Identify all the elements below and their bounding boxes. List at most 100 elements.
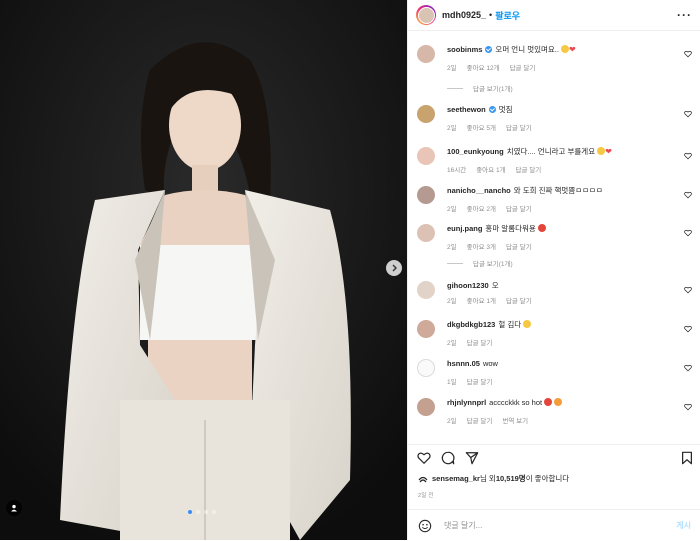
carousel-dot [204, 510, 208, 514]
commenter-avatar[interactable] [417, 398, 435, 416]
carousel-indicator [188, 510, 216, 514]
comment-time[interactable]: 16시간 [447, 164, 466, 174]
more-options-button[interactable]: ··· [677, 8, 692, 22]
comment-likes[interactable]: 좋아요 1개 [467, 295, 496, 305]
commenter-avatar[interactable] [417, 186, 435, 204]
like-comment-heart-icon[interactable] [684, 364, 692, 372]
reply-button[interactable]: 답글 달기 [510, 62, 536, 72]
comment-likes[interactable]: 좋아요 2개 [467, 203, 496, 213]
commenter-avatar[interactable] [417, 105, 435, 123]
liker-username[interactable]: sensemag_kr [432, 474, 480, 483]
commenter-avatar[interactable] [417, 320, 435, 338]
reply-button[interactable]: 답글 달기 [506, 203, 532, 213]
comments-list[interactable]: soobinms 오머 언니 멋있며요.. ❤ 2일 좋아요 12개 답글 달기 답… [408, 31, 700, 436]
likes-count[interactable]: 10,519명 [496, 473, 526, 484]
comment-text: 와 도희 진짜 핵멋쁨ㅁㅁㅁㅁ [513, 186, 603, 195]
post-photo[interactable] [0, 0, 407, 540]
comment-username[interactable]: soobinms [447, 45, 482, 54]
comment-time[interactable]: 2일 [447, 337, 457, 347]
comment-time[interactable]: 2일 [447, 415, 457, 425]
commenter-avatar[interactable] [417, 147, 435, 165]
comment-username[interactable]: nanicho__nancho [447, 186, 511, 195]
emoji-picker-icon[interactable] [418, 519, 432, 533]
comment-time[interactable]: 2일 [447, 203, 457, 213]
comment-time[interactable]: 2일 [447, 241, 457, 251]
emoji-icon [537, 224, 546, 232]
likes-mid: 님 외 [479, 474, 496, 483]
chevron-right-icon [392, 264, 397, 272]
post-comment-button[interactable]: 게시 [676, 520, 691, 531]
comment-username[interactable]: gihoon1230 [447, 281, 489, 290]
commenter-avatar[interactable] [417, 45, 435, 63]
comment-meta: 2일 좋아요 12개 답글 달기 [447, 62, 535, 72]
like-comment-heart-icon[interactable] [684, 50, 692, 58]
like-comment-heart-icon[interactable] [684, 325, 692, 333]
comment-text: 홍마 알롬다워용 [485, 224, 536, 233]
comment-time[interactable]: 2일 [447, 295, 457, 305]
comment-likes[interactable]: 좋아요 12개 [467, 62, 500, 72]
translate-button[interactable]: 번역 보기 [502, 415, 528, 425]
comment-time[interactable]: 1일 [447, 376, 457, 386]
likes-summary[interactable]: sensemag_kr 님 외 10,519명 이 좋아합니다 [418, 473, 569, 484]
post-header: mdh0925_ • 팔로우 ··· [408, 0, 700, 31]
comment-username[interactable]: rhjnlynnprl [447, 398, 486, 407]
like-comment-heart-icon[interactable] [684, 229, 692, 237]
like-heart-icon[interactable] [417, 451, 431, 465]
comment-username[interactable]: 100_eunkyoung [447, 147, 504, 156]
comment-likes[interactable]: 좋아요 3개 [467, 241, 496, 251]
post-date[interactable]: 2일 전 [418, 491, 434, 499]
post-side-panel: mdh0925_ • 팔로우 ··· soobinms 오머 언니 멋있며요.. ❤… [407, 0, 700, 540]
post-view: mdh0925_ • 팔로우 ··· soobinms 오머 언니 멋있며요.. ❤… [0, 0, 700, 540]
comment-input[interactable] [442, 520, 646, 531]
follow-button[interactable]: 팔로우 [495, 9, 520, 22]
share-paper-plane-icon[interactable] [465, 451, 479, 465]
reply-button[interactable]: 답글 달기 [467, 337, 493, 347]
add-comment-bar: 게시 [408, 509, 700, 541]
like-comment-heart-icon[interactable] [684, 286, 692, 294]
reply-button[interactable]: 답글 달기 [506, 295, 532, 305]
comment-text: wow [482, 359, 498, 368]
comment-meta: 2일 좋아요 5개 답글 달기 [447, 122, 532, 132]
view-replies-button[interactable]: 답글 보기(1개) [447, 258, 513, 268]
carousel-dot [196, 510, 200, 514]
view-replies-label: 답글 보기(1개) [473, 86, 513, 93]
comment-bubble-icon[interactable] [441, 451, 455, 465]
comment-meta: 2일 좋아요 1개 답글 달기 [447, 295, 532, 305]
author-avatar[interactable] [416, 5, 436, 25]
commenter-avatar[interactable] [417, 359, 435, 377]
comment-time[interactable]: 2일 [447, 62, 457, 72]
next-photo-button[interactable] [386, 260, 402, 276]
comment-meta: 16시간 좋아요 1개 답글 달기 [447, 164, 541, 174]
comment-username[interactable]: hsnnn.05 [447, 359, 480, 368]
commenter-avatar[interactable] [417, 224, 435, 242]
comment-username[interactable]: dkgbdkgb123 [447, 320, 495, 329]
likes-suffix: 이 좋아합니다 [525, 474, 570, 483]
reply-button[interactable]: 답글 달기 [506, 241, 532, 251]
comment-text-line: 100_eunkyoung 치였다.... 언니라고 부를게요 ❤ [447, 147, 677, 157]
author-username[interactable]: mdh0925_ [442, 10, 486, 20]
like-comment-heart-icon[interactable] [684, 152, 692, 160]
header-separator: • [489, 10, 493, 20]
reply-button[interactable]: 답글 달기 [467, 415, 493, 425]
comment-text-line: soobinms 오머 언니 멋있며요.. ❤ [447, 45, 677, 55]
view-replies-button[interactable]: 답글 보기(1개) [447, 83, 513, 93]
comment-likes[interactable]: 좋아요 1개 [476, 164, 505, 174]
bookmark-icon[interactable] [680, 451, 694, 465]
reply-button[interactable]: 답글 달기 [516, 164, 542, 174]
tagged-users-button[interactable] [6, 500, 22, 516]
like-comment-heart-icon[interactable] [684, 191, 692, 199]
reply-button[interactable]: 답글 달기 [467, 376, 493, 386]
comment-likes[interactable]: 좋아요 5개 [467, 122, 496, 132]
emoji-icon [597, 147, 606, 155]
comment-time[interactable]: 2일 [447, 122, 457, 132]
like-comment-heart-icon[interactable] [684, 110, 692, 118]
emoji-icon [544, 398, 553, 406]
comment-username[interactable]: seethewon [447, 105, 486, 114]
like-comment-heart-icon[interactable] [684, 403, 692, 411]
emoji-icon [560, 45, 569, 53]
comment-username[interactable]: eunj.pang [447, 224, 482, 233]
reply-button[interactable]: 답글 달기 [506, 122, 532, 132]
comment-text-line: rhjnlynnprl acccckkk so hot [447, 398, 677, 408]
heart-emoji-icon: ❤ [568, 45, 576, 54]
commenter-avatar[interactable] [417, 281, 435, 299]
